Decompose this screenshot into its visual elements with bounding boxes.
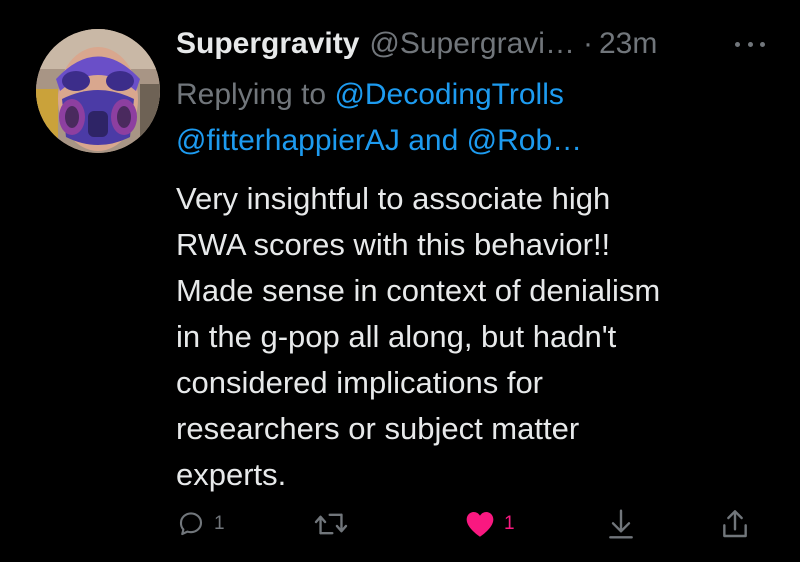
tweet-text-line: researchers or subject matter <box>176 411 580 446</box>
tweet-text-line: in the g-pop all along, but hadn't <box>176 319 617 354</box>
heart-icon <box>466 512 494 537</box>
tweet-header: Supergravity @Supergravi… · 23m <box>176 24 657 64</box>
separator-dot: · <box>582 27 593 60</box>
like-count: 1 <box>504 513 515 534</box>
tweet-text-line: RWA scores with this behavior!! <box>176 227 611 262</box>
share-icon <box>723 510 747 538</box>
tweet-text-line: Very insightful to associate high <box>176 181 611 216</box>
tweet-text-line: considered implications for <box>176 365 544 400</box>
like-button[interactable]: 1 <box>464 508 515 540</box>
avatar-image <box>36 29 160 153</box>
avatar[interactable] <box>36 29 160 153</box>
mention-rob[interactable]: @Rob… <box>467 124 583 157</box>
mention-decodingtrolls[interactable]: @DecodingTrolls <box>334 78 563 111</box>
replying-to: Replying to @DecodingTrolls @fitterhappi… <box>176 72 736 164</box>
tweet-text-line: Made sense in context of denialism <box>176 273 661 308</box>
download-button[interactable] <box>606 508 636 540</box>
retweet-icon <box>314 513 348 535</box>
more-horizontal-icon[interactable] <box>735 36 765 52</box>
download-arrow-icon <box>609 509 633 539</box>
display-name[interactable]: Supergravity <box>176 24 359 64</box>
timestamp[interactable]: 23m <box>599 24 657 64</box>
action-bar: 1 1 <box>0 504 800 544</box>
reply-bubble-icon <box>179 512 203 536</box>
mention-fitterhappieraj[interactable]: @fitterhappierAJ <box>176 124 400 157</box>
tweet-text-line: experts. <box>176 457 287 492</box>
replying-to-label: Replying to <box>176 78 327 111</box>
tweet: Supergravity @Supergravi… · 23m Replying… <box>0 0 800 562</box>
reply-count: 1 <box>214 513 225 534</box>
tweet-text: Very insightful to associate high RWA sc… <box>176 176 766 498</box>
reply-button[interactable]: 1 <box>176 508 225 540</box>
retweet-button[interactable] <box>314 508 356 540</box>
user-handle[interactable]: @Supergravi… <box>369 24 575 64</box>
mention-joiner: and <box>408 124 459 157</box>
share-button[interactable] <box>720 508 750 540</box>
